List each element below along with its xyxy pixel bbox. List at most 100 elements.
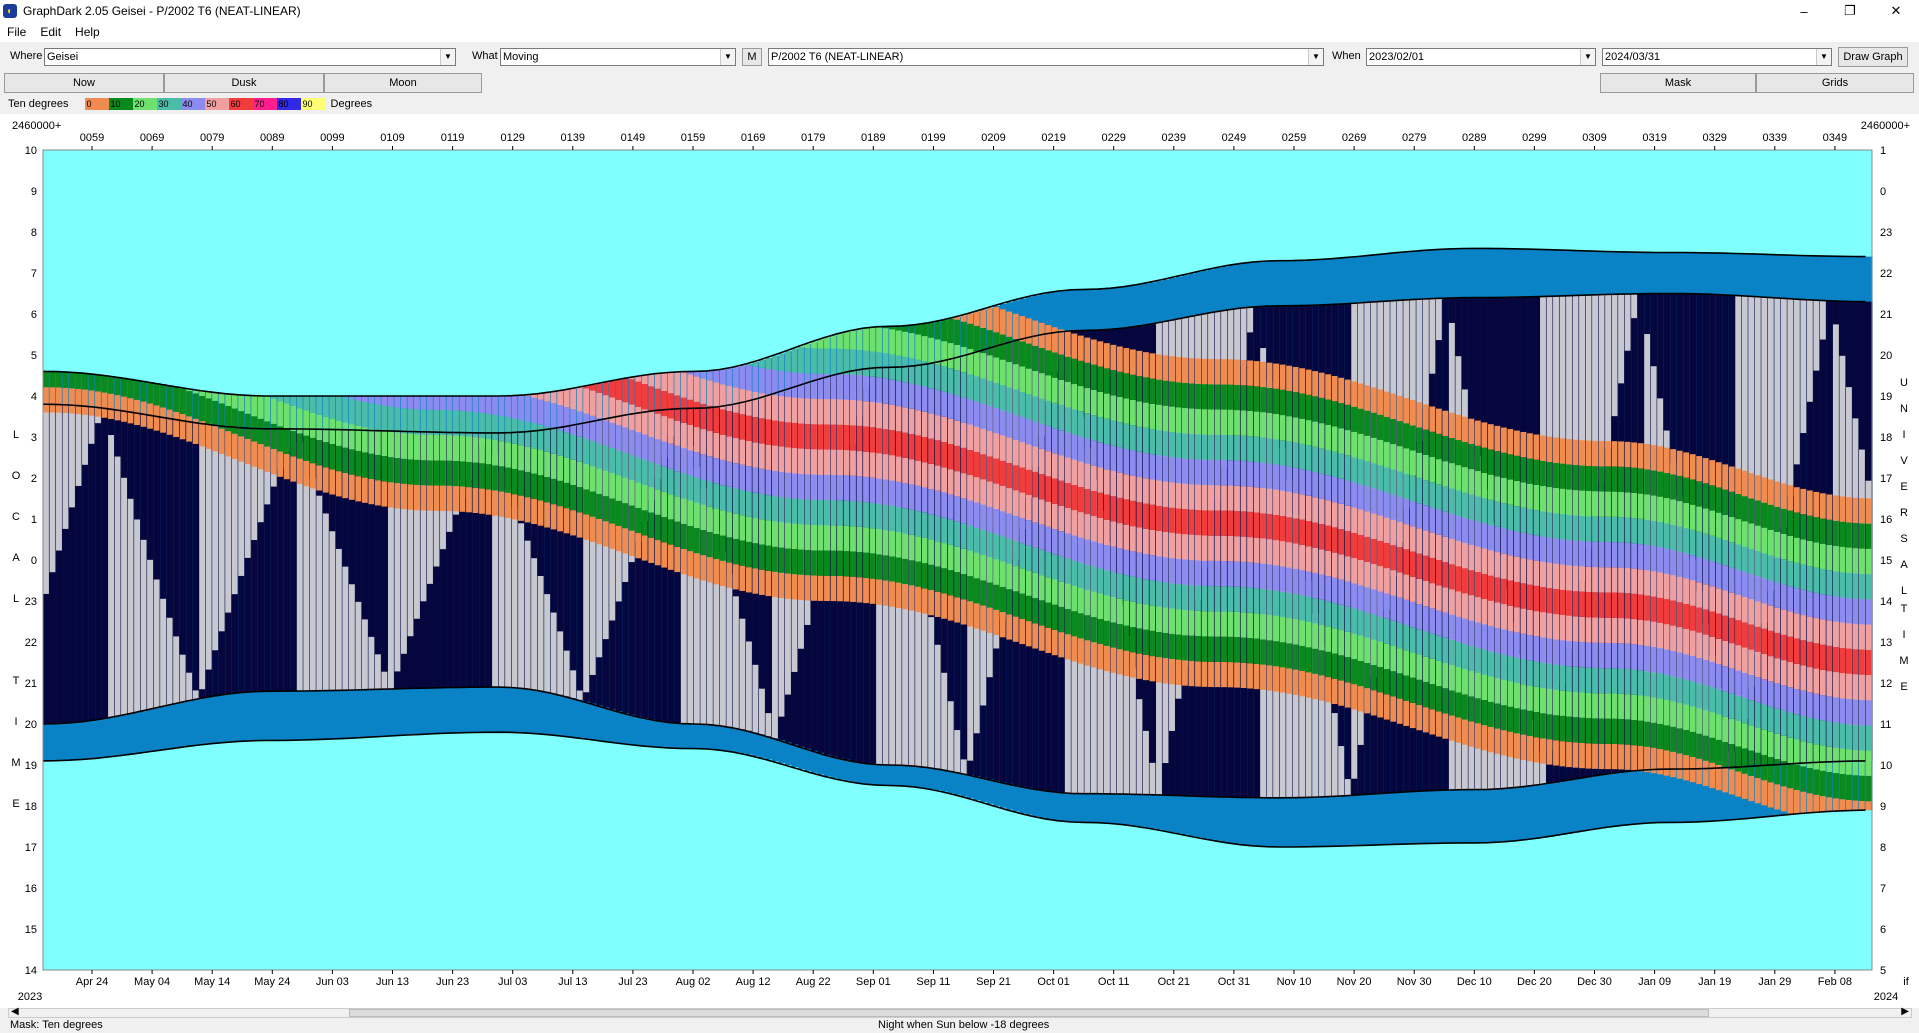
what-select[interactable]: Moving ▼ [500, 48, 736, 66]
altitude-band-segment [329, 396, 336, 419]
altitude-band-segment [1188, 358, 1195, 384]
altitude-band-segment [602, 496, 609, 522]
altitude-band-segment [1689, 529, 1696, 556]
where-select[interactable]: Geisei ▼ [44, 48, 456, 66]
altitude-band-segment [1553, 488, 1559, 514]
altitude-band-segment [1767, 504, 1774, 530]
altitude-band-segment [902, 508, 908, 534]
altitude-band-segment [1162, 456, 1169, 482]
altitude-band-segment [609, 523, 616, 549]
end-date-select[interactable]: 2024/03/31 ▼ [1602, 48, 1832, 66]
altitude-band-segment [1780, 533, 1787, 560]
object-select[interactable]: P/2002 T6 (NEAT-LINEAR) ▼ [768, 48, 1324, 66]
moonlit-column [1611, 294, 1618, 417]
altitude-band-segment [1748, 599, 1755, 625]
altitude-band-segment [1618, 592, 1624, 619]
altitude-band-segment [1709, 535, 1716, 562]
altitude-band-segment [1429, 431, 1436, 457]
altitude-band-segment [563, 407, 570, 433]
altitude-band-segment [1696, 481, 1703, 507]
altitude-band-segment [1045, 425, 1052, 452]
altitude-band-segment [1123, 575, 1130, 601]
altitude-band-segment [1169, 406, 1175, 432]
altitude-band-segment [635, 406, 642, 433]
m-button[interactable]: M [742, 48, 762, 66]
moonlit-column [316, 495, 323, 691]
moonlit-column [160, 598, 167, 707]
altitude-band-segment [322, 467, 329, 493]
start-date-select[interactable]: 2023/02/01 ▼ [1366, 48, 1596, 66]
moonlit-column [934, 644, 941, 769]
altitude-band-segment [1383, 492, 1390, 518]
altitude-band-segment [1481, 498, 1488, 524]
altitude-band-segment [1312, 497, 1319, 523]
chevron-down-icon[interactable]: ▼ [1308, 49, 1323, 65]
graph-area[interactable]: 2460000+ 2460000+ 0059 Apr 24 0069 May 04 0079… [0, 114, 1919, 1008]
altitude-band-segment [1377, 566, 1384, 592]
scroll-left-icon[interactable]: ◀ [11, 1006, 19, 1017]
draw-graph-button[interactable]: Draw Graph [1838, 47, 1908, 67]
moon-button[interactable]: Moon [324, 73, 482, 93]
scroll-right-icon[interactable]: ▶ [1901, 1006, 1909, 1017]
altitude-band-segment [1728, 592, 1735, 618]
altitude-band-segment [1305, 369, 1312, 395]
date-tick-label: Jan 19 [1698, 976, 1731, 988]
menu-help[interactable]: Help [68, 25, 107, 39]
altitude-band-segment [505, 442, 511, 468]
altitude-band-segment [589, 466, 596, 492]
altitude-band-segment [1448, 488, 1455, 514]
altitude-band-segment [205, 398, 212, 424]
chevron-down-icon[interactable]: ▼ [1816, 49, 1831, 65]
year-left-label: 2023 [18, 991, 42, 1003]
mask-button[interactable]: Mask [1600, 73, 1756, 93]
altitude-band-segment [1774, 607, 1781, 633]
menu-file[interactable]: File [0, 25, 33, 39]
dusk-button[interactable]: Dusk [164, 73, 324, 93]
altitude-band-segment [1064, 482, 1071, 509]
altitude-band-segment [1774, 708, 1781, 734]
altitude-band-segment [817, 399, 824, 425]
scroll-thumb[interactable] [349, 1009, 1709, 1017]
altitude-band-segment [1234, 460, 1240, 486]
now-button[interactable]: Now [4, 73, 164, 93]
night-column [95, 407, 103, 720]
altitude-band-segment [1312, 396, 1319, 422]
close-button[interactable]: ✕ [1873, 0, 1919, 22]
altitude-band-segment [986, 481, 993, 507]
grids-button[interactable]: Grids [1756, 73, 1914, 93]
altitude-band-segment [798, 448, 804, 474]
chevron-down-icon[interactable]: ▼ [1580, 49, 1595, 65]
altitude-band-segment [1325, 500, 1332, 526]
maximize-button[interactable]: ❐ [1827, 0, 1873, 22]
altitude-band-segment [1585, 465, 1592, 492]
dark-time-chart[interactable]: 2460000+ 2460000+0059Apr 240069May 040079… [0, 114, 1919, 1008]
horizontal-scrollbar[interactable]: ◀ ▶ [8, 1006, 1912, 1018]
altitude-band-segment [1110, 370, 1117, 396]
chevron-down-icon[interactable]: ▼ [720, 49, 735, 65]
altitude-band-segment [1025, 318, 1032, 344]
altitude-band-segment [1468, 570, 1475, 596]
altitude-band-segment [1064, 432, 1071, 458]
altitude-band-segment [1585, 541, 1592, 567]
altitude-band-segment [1624, 568, 1631, 594]
altitude-band-segment [1025, 621, 1032, 647]
altitude-band-segment [1103, 595, 1110, 621]
altitude-band-segment [1533, 611, 1540, 637]
moonlit-column [1806, 299, 1813, 402]
jd-tick-label: 0199 [921, 132, 945, 144]
altitude-band-segment [1819, 796, 1826, 813]
date-tick-label: Feb 08 [1818, 976, 1852, 988]
altitude-band-segment [1670, 524, 1677, 551]
altitude-band-segment [1657, 496, 1664, 523]
minimize-button[interactable]: – [1781, 0, 1827, 22]
altitude-band-segment [830, 500, 837, 526]
chevron-down-icon[interactable]: ▼ [440, 49, 455, 65]
altitude-band-segment [837, 399, 843, 425]
app-icon: ◐ [3, 4, 17, 18]
altitude-band-segment [1845, 699, 1852, 725]
menu-edit[interactable]: Edit [33, 25, 68, 39]
altitude-band-segment [1787, 611, 1794, 637]
altitude-band-segment [1234, 611, 1240, 638]
altitude-band-segment [778, 522, 785, 548]
altitude-band-segment [1637, 468, 1644, 494]
